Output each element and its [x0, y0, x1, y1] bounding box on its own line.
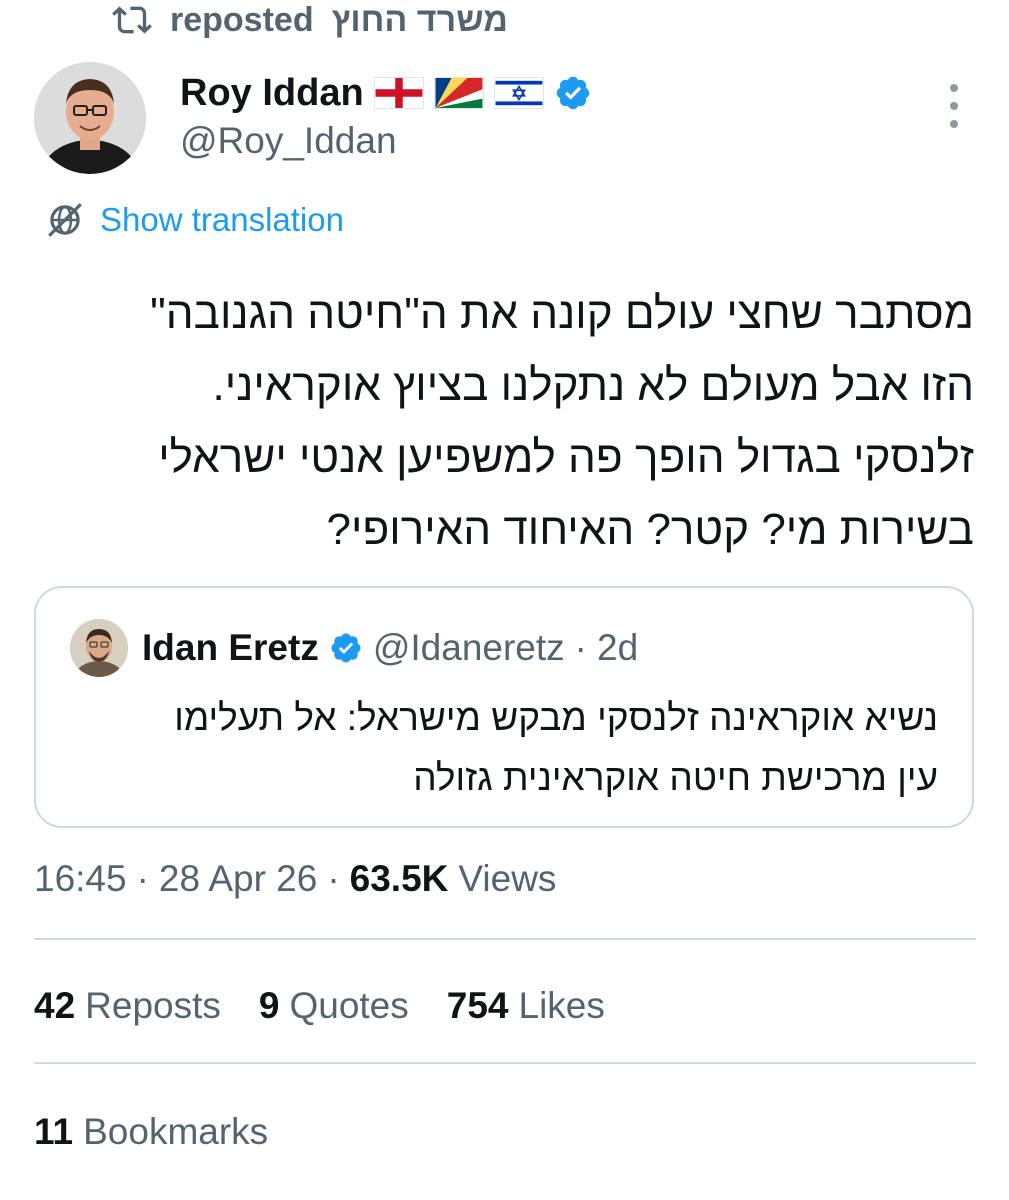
tweet-meta: 16:45 · 28 Apr 26 · 63.5K Views — [34, 854, 556, 904]
quoted-tweet-card[interactable]: Idan Eretz @Idaneretz · 2d נשיא אוקראינה… — [34, 586, 974, 828]
meta-separator-1: · — [136, 858, 149, 899]
author-avatar[interactable] — [34, 62, 146, 174]
divider-top — [34, 938, 976, 940]
divider-bottom — [34, 1062, 976, 1064]
reposts-label: Reposts — [85, 985, 221, 1026]
likes-stat[interactable]: 754 Likes — [447, 985, 605, 1027]
views-count: 63.5K — [349, 858, 449, 899]
tweet-text: מסתבר שחצי עולם קונה את ה"חיטה הגנובה" ה… — [150, 289, 974, 554]
author-name-row[interactable]: Roy Iddan — [180, 68, 592, 118]
repost-context[interactable]: reposted משרד החוץ — [112, 0, 508, 40]
quote-age: 2d — [597, 627, 639, 668]
author-photo — [34, 62, 146, 174]
reposts-count: 42 — [34, 985, 76, 1026]
meta-separator-2: · — [327, 858, 340, 899]
views-label: Views — [458, 858, 557, 899]
england-flag-icon — [373, 77, 424, 109]
more-options-icon[interactable] — [942, 84, 966, 128]
quotes-stat[interactable]: 9 Quotes — [259, 985, 409, 1027]
author-name[interactable]: Roy Iddan — [180, 72, 364, 115]
show-translation-label[interactable]: Show translation — [100, 201, 344, 239]
tweet-date[interactable]: 28 Apr 26 — [159, 858, 317, 900]
quote-author-avatar — [70, 619, 128, 677]
likes-label: Likes — [518, 985, 605, 1026]
bookmarks-label: Bookmarks — [83, 1111, 269, 1152]
bookmarks-count: 11 — [34, 1111, 74, 1152]
quote-author-name[interactable]: Idan Eretz — [142, 627, 319, 669]
verified-badge-icon[interactable] — [554, 74, 592, 112]
tweet-time[interactable]: 16:45 — [34, 858, 127, 900]
quotes-count: 9 — [258, 985, 280, 1026]
repost-label: reposted — [170, 0, 314, 39]
quotes-label: Quotes — [289, 985, 409, 1026]
quote-author-handle: @Idaneretz — [372, 627, 565, 668]
repost-account[interactable]: משרד החוץ — [332, 1, 508, 40]
engagement-stats: 42 Reposts 9 Quotes 754 Likes — [34, 978, 643, 1034]
bookmarks-stat[interactable]: 11 Bookmarks — [34, 1104, 268, 1160]
tweet-detail-page: reposted משרד החוץ Roy Iddan @Roy_Iddan … — [0, 0, 1009, 1200]
seychelles-flag-icon — [433, 77, 484, 109]
quoted-tweet-header: Idan Eretz @Idaneretz · 2d — [70, 618, 638, 678]
translate-globe-icon — [48, 203, 82, 237]
likes-count: 754 — [446, 985, 509, 1026]
reposts-stat[interactable]: 42 Reposts — [34, 985, 221, 1027]
author-handle[interactable]: @Roy_Iddan — [180, 120, 397, 162]
quote-author-photo — [70, 619, 128, 677]
quoted-tweet-text: נשיא אוקראינה זלנסקי מבקש מישראל: אל תעל… — [174, 697, 938, 798]
show-translation-button[interactable]: Show translation — [44, 198, 344, 242]
repost-icon — [112, 6, 152, 34]
quote-separator: · — [574, 627, 587, 668]
quote-verified-badge-icon — [331, 633, 361, 663]
israel-flag-icon — [493, 77, 544, 109]
